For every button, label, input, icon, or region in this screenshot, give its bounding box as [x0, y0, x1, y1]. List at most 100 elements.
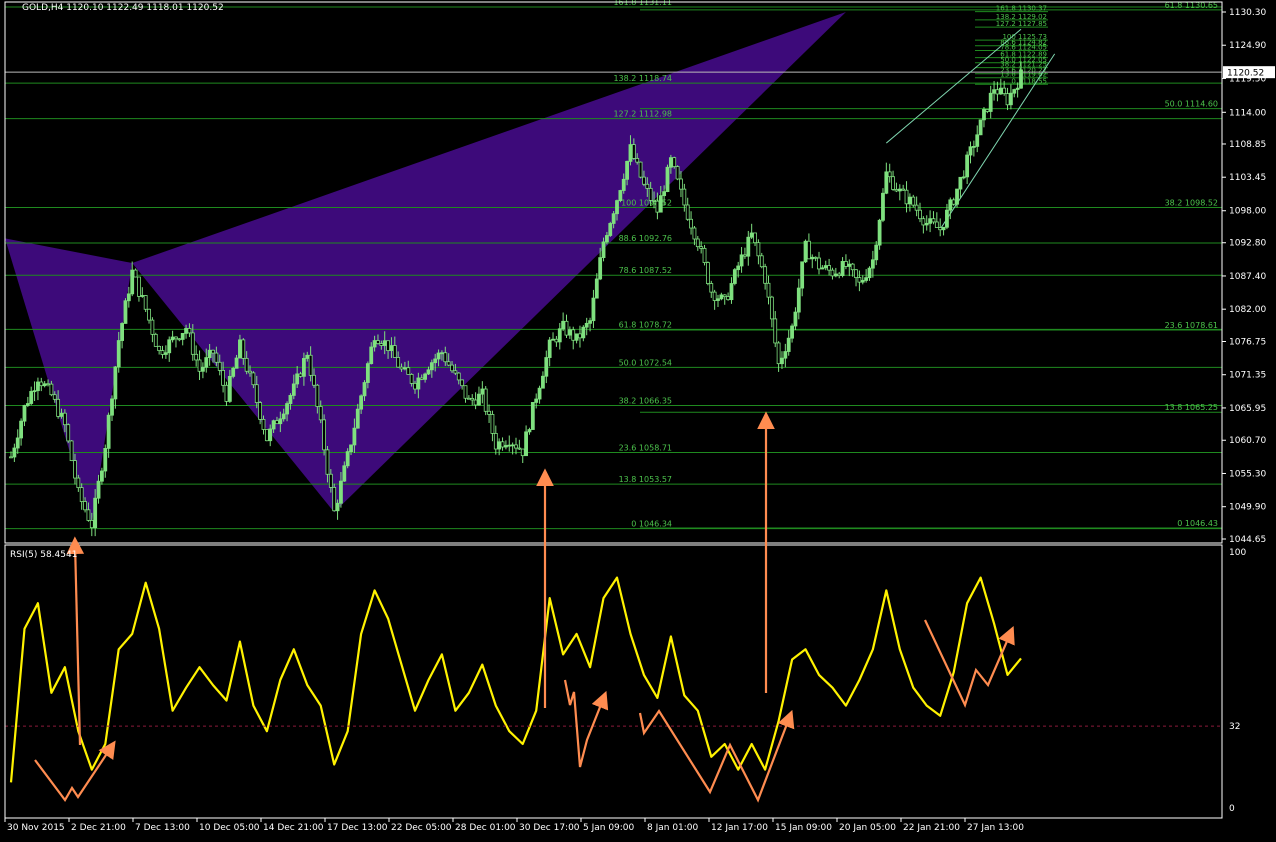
- candle-body: [578, 333, 582, 339]
- candle-body: [702, 247, 707, 263]
- candle-body: [167, 339, 172, 354]
- candle-body: [709, 283, 714, 293]
- time-tick-label-5: 17 Dec 13:00: [327, 823, 388, 833]
- candle-body: [143, 295, 148, 310]
- time-tick-label-11: 12 Jan 17:00: [711, 823, 768, 833]
- candle-body: [116, 340, 121, 368]
- candle-body: [123, 300, 128, 324]
- candle: [638, 161, 643, 179]
- candle-body: [59, 412, 64, 417]
- candle-body: [551, 338, 555, 341]
- candle-body: [1009, 92, 1013, 106]
- candle: [706, 261, 710, 286]
- candle-body: [46, 383, 50, 386]
- candle-body: [928, 218, 932, 224]
- candle-body: [537, 387, 542, 400]
- candle-body: [288, 395, 293, 404]
- candle: [332, 483, 337, 512]
- candle-body: [379, 343, 384, 346]
- candle-body: [867, 267, 872, 279]
- candle-body: [224, 384, 229, 402]
- candle-body: [352, 427, 357, 446]
- candle-body: [894, 189, 899, 192]
- candle-body: [722, 294, 727, 298]
- candle-body: [194, 353, 199, 361]
- candle-body: [743, 254, 747, 257]
- candle-body: [1015, 87, 1020, 90]
- candle-body: [524, 431, 528, 457]
- candle-body: [605, 235, 609, 243]
- candle-body: [662, 191, 667, 197]
- candle-body: [1012, 89, 1017, 94]
- candle-body: [56, 398, 61, 417]
- candle: [143, 294, 148, 313]
- candle-body: [951, 199, 956, 205]
- candle-body: [729, 283, 734, 301]
- time-tick-label-1: 2 Dec 21:00: [71, 823, 126, 833]
- candle-body: [877, 219, 882, 246]
- candle-body: [1002, 87, 1007, 95]
- trading-chart-window[interactable]: 161.8 1131.11 138.2 1118.74 127.2 1112.98 1…: [0, 0, 1276, 838]
- candle-body: [490, 414, 495, 434]
- time-tick-label-4: 14 Dec 21:00: [263, 823, 324, 833]
- fib-right-4-label: 13.8 1065.25: [1165, 403, 1218, 412]
- candle-body: [820, 267, 825, 270]
- candle-body: [187, 328, 192, 334]
- candle: [264, 429, 269, 442]
- candle-body: [49, 383, 54, 396]
- time-tick-label-3: 10 Dec 05:00: [199, 823, 260, 833]
- candle-body: [800, 261, 805, 289]
- candle-body: [581, 326, 586, 339]
- candle-body: [241, 339, 246, 359]
- fib-left-8-label: 38.2 1066.35: [619, 396, 672, 405]
- candle-body: [561, 320, 566, 330]
- time-tick-label-9: 5 Jan 09:00: [583, 823, 635, 833]
- candle-body: [126, 293, 131, 302]
- candle-body: [574, 333, 579, 341]
- candle-body: [285, 403, 289, 415]
- candle-body: [443, 352, 448, 363]
- candle-body: [884, 171, 889, 194]
- candle-body: [695, 238, 700, 248]
- candle-body: [931, 218, 936, 223]
- candle-body: [998, 87, 1003, 95]
- candle-body: [699, 246, 704, 249]
- candle-body: [234, 357, 239, 369]
- candle-body: [79, 487, 84, 502]
- candle-body: [298, 373, 303, 377]
- fib-right-5-label: 0 1046.43: [1177, 519, 1218, 528]
- candle-body: [833, 273, 838, 277]
- candle-body: [564, 320, 569, 336]
- time-tick-label-8: 30 Dec 17:00: [519, 823, 580, 833]
- candle-body: [281, 413, 286, 420]
- candle-body: [655, 200, 660, 213]
- time-tick-label-14: 22 Jan 21:00: [903, 823, 960, 833]
- candle-body: [780, 357, 784, 365]
- candle-body: [433, 358, 438, 364]
- candle-body: [197, 359, 202, 372]
- candle-body: [359, 395, 364, 410]
- candle-body: [985, 109, 990, 112]
- candle-body: [325, 449, 330, 475]
- candle-body: [965, 154, 970, 178]
- candle: [322, 414, 327, 456]
- candle-body: [567, 329, 572, 336]
- candle-body: [200, 366, 205, 372]
- chart-svg[interactable]: 161.8 1131.11 138.2 1118.74 127.2 1112.98 1…: [0, 0, 1276, 838]
- candle-body: [446, 361, 451, 366]
- candle-body: [66, 424, 71, 442]
- candle-body: [19, 420, 24, 439]
- candle-body: [594, 278, 599, 299]
- candle-body: [901, 188, 906, 191]
- candle-body: [211, 349, 215, 354]
- candle-body: [365, 363, 370, 383]
- candle: [803, 239, 808, 264]
- candle-body: [52, 394, 57, 400]
- candle-body: [732, 269, 737, 284]
- candle-body: [261, 419, 266, 430]
- candle-body: [837, 273, 842, 277]
- fib-left-11-label: 0 1046.34: [631, 520, 672, 529]
- candle-body: [487, 410, 491, 415]
- candle: [978, 119, 983, 136]
- candle-body: [436, 352, 441, 360]
